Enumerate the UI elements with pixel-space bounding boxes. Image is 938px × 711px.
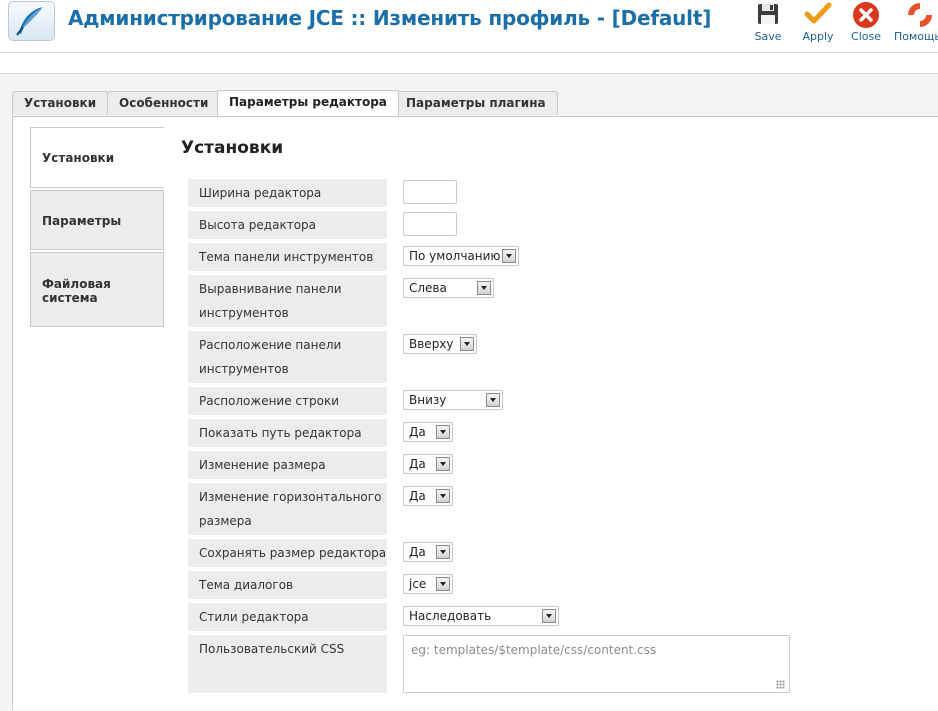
label-statusbar-location: Расположение строки состояния xyxy=(188,387,387,432)
chevron-down-icon xyxy=(436,489,450,503)
side-tab-parameters-label: Параметры xyxy=(42,214,122,228)
label-toolbar-theme: Тема панели инструментов xyxy=(188,243,387,271)
section-title: Установки xyxy=(181,138,284,158)
label-toolbar-location: Расположение панели инструментов xyxy=(188,331,387,383)
editor-styles-value: Наследовать xyxy=(409,609,492,623)
label-show-path: Показать путь редактора xyxy=(188,419,387,447)
label-editor-styles: Стили редактора xyxy=(188,603,387,631)
custom-css-placeholder: eg: templates/$template/css/content.css xyxy=(411,643,657,657)
toolbar-theme-select[interactable]: По умолчанию xyxy=(403,246,519,266)
toolbar-align-value: Слева xyxy=(409,281,447,295)
dialog-theme-select[interactable]: jce xyxy=(403,574,453,594)
chevron-down-icon xyxy=(436,545,450,559)
resize-horizontal-value: Да xyxy=(409,489,426,503)
tab-settings[interactable]: Установки xyxy=(12,91,109,115)
chevron-down-icon xyxy=(436,425,450,439)
editor-height-input[interactable] xyxy=(403,212,457,236)
chevron-down-icon xyxy=(502,249,516,263)
label-resize: Изменение размера редактора xyxy=(188,451,387,496)
tab-features[interactable]: Особенности xyxy=(107,91,221,115)
lifebuoy-icon xyxy=(894,1,938,29)
editor-width-input[interactable] xyxy=(403,180,457,204)
tab-plugin-parameters[interactable]: Параметры плагина xyxy=(394,91,558,115)
label-save-size: Сохранять размер редактора xyxy=(188,539,387,567)
chevron-down-icon xyxy=(486,393,500,407)
close-icon xyxy=(840,1,892,29)
close-button[interactable]: Close xyxy=(840,0,892,48)
chevron-down-icon xyxy=(477,281,491,295)
toolbar-location-value: Вверху xyxy=(409,337,454,351)
help-label: Помощь xyxy=(894,30,938,43)
close-label: Close xyxy=(851,30,881,43)
help-button[interactable]: Помощь xyxy=(894,0,938,48)
show-path-value: Да xyxy=(409,425,426,439)
statusbar-location-value: Внизу xyxy=(409,393,447,407)
label-resize-horizontal: Изменение горизонтального размера xyxy=(188,483,387,535)
resize-grip-icon[interactable] xyxy=(776,680,785,689)
label-custom-css: Пользовательский CSS xyxy=(188,635,387,693)
label-editor-height: Высота редактора xyxy=(188,211,387,239)
resize-select[interactable]: Да xyxy=(403,454,453,474)
chevron-down-icon xyxy=(436,577,450,591)
toolbar-header: Администрирование JCE :: Изменить профил… xyxy=(0,0,938,53)
side-tab-parameters[interactable]: Параметры xyxy=(30,190,164,250)
chevron-down-icon xyxy=(436,457,450,471)
custom-css-textarea[interactable]: eg: templates/$template/css/content.css xyxy=(403,635,790,693)
toolbar-theme-value: По умолчанию xyxy=(409,249,501,263)
resize-horizontal-select[interactable]: Да xyxy=(403,486,453,506)
dialog-theme-value: jce xyxy=(409,577,427,591)
checkmark-icon xyxy=(792,1,844,29)
label-toolbar-align: Выравнивание панели инструментов xyxy=(188,275,387,327)
jce-logo-icon xyxy=(8,1,55,41)
label-editor-width: Ширина редактора xyxy=(188,179,387,207)
editor-styles-select[interactable]: Наследовать xyxy=(403,606,559,626)
chevron-down-icon xyxy=(542,609,556,623)
save-size-select[interactable]: Да xyxy=(403,542,453,562)
toolbar-location-select[interactable]: Вверху xyxy=(403,334,477,354)
chevron-down-icon xyxy=(460,337,474,351)
side-tab-settings-label: Установки xyxy=(42,151,115,165)
resize-value: Да xyxy=(409,457,426,471)
side-tab-filesystem-label: Файловая система xyxy=(42,277,111,305)
statusbar-location-select[interactable]: Внизу xyxy=(403,390,503,410)
page-title: Администрирование JCE :: Изменить профил… xyxy=(68,6,712,30)
side-tab-settings[interactable]: Установки xyxy=(30,127,164,188)
spacer xyxy=(0,53,938,73)
show-path-select[interactable]: Да xyxy=(403,422,453,442)
toolbar-align-select[interactable]: Слева xyxy=(403,278,494,298)
side-tab-filesystem[interactable]: Файловая система xyxy=(30,252,164,327)
save-icon xyxy=(742,1,794,29)
label-dialog-theme: Тема диалогов xyxy=(188,571,387,599)
tab-editor-parameters[interactable]: Параметры редактора xyxy=(217,90,399,116)
save-size-value: Да xyxy=(409,545,426,559)
